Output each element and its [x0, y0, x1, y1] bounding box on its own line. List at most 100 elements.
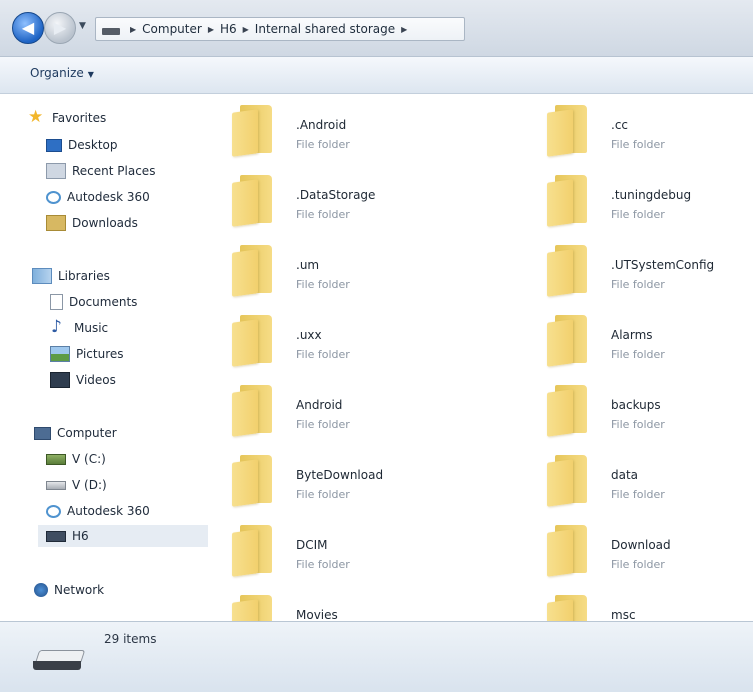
- folder-item[interactable]: mscFile folder: [525, 587, 753, 621]
- nav-label: V (C:): [72, 452, 106, 466]
- folder-name: Android: [296, 398, 343, 412]
- folder-item[interactable]: .uxx File folder: [210, 307, 490, 367]
- folder-icon: [232, 245, 276, 297]
- folder-type: File folder: [611, 208, 665, 221]
- nav-label: Autodesk 360: [67, 504, 150, 518]
- folder-icon: [232, 595, 276, 621]
- folder-name: Movies: [296, 608, 338, 621]
- chevron-right-icon[interactable]: ▶: [130, 25, 136, 34]
- folder-item[interactable]: Alarms File folder: [525, 307, 753, 367]
- details-pane: 29 items: [0, 621, 753, 692]
- folder-item[interactable]: .Android File folder: [210, 97, 490, 157]
- folder-item[interactable]: backups File folder: [525, 377, 753, 437]
- folder-icon: [547, 525, 591, 577]
- chevron-right-icon[interactable]: ▶: [208, 25, 214, 34]
- drive-icon: [102, 27, 120, 35]
- chevron-right-icon[interactable]: ▶: [401, 25, 407, 34]
- folder-item[interactable]: Android File folder: [210, 377, 490, 437]
- nav-item-music[interactable]: Music: [50, 316, 109, 339]
- folder-type: File folder: [296, 348, 350, 361]
- nav-label: Favorites: [52, 111, 107, 125]
- item-count: 29 items: [104, 632, 157, 646]
- nav-label: Music: [74, 321, 109, 335]
- folder-item[interactable]: .DataStorage File folder: [210, 167, 490, 227]
- nav-item-documents[interactable]: Documents: [50, 291, 137, 313]
- folder-icon: [232, 105, 276, 157]
- computer-icon: [34, 426, 51, 440]
- forward-arrow-icon: ▶: [53, 18, 67, 37]
- folder-name: .uxx: [296, 328, 322, 342]
- folder-icon: [547, 315, 591, 367]
- folder-type: File folder: [611, 278, 665, 291]
- nav-label: Desktop: [68, 138, 118, 152]
- nav-item-drive-c[interactable]: V (C:): [46, 448, 106, 470]
- forward-button[interactable]: ▶: [44, 12, 76, 44]
- nav-favorites[interactable]: Favorites: [28, 106, 107, 129]
- nav-label: Libraries: [58, 269, 110, 283]
- folder-icon: [232, 525, 276, 577]
- folder-name: .DataStorage: [296, 188, 376, 202]
- folder-name: ByteDownload: [296, 468, 384, 482]
- recent-locations-dropdown[interactable]: ▼: [79, 21, 86, 31]
- removable-drive-icon: [46, 480, 66, 490]
- folder-name: Alarms: [611, 328, 653, 342]
- folder-icon: [547, 245, 591, 297]
- folder-item[interactable]: .um File folder: [210, 237, 490, 297]
- folder-icon: [547, 595, 591, 621]
- music-icon: [50, 316, 68, 338]
- nav-item-autodesk-360[interactable]: Autodesk 360: [46, 186, 150, 208]
- breadcrumb[interactable]: ▶ Computer ▶ H6 ▶ Internal shared storag…: [95, 17, 465, 41]
- breadcrumb-internal-storage[interactable]: Internal shared storage: [255, 22, 395, 36]
- folder-icon: [547, 455, 591, 507]
- organize-label: Organize: [30, 66, 84, 80]
- nav-item-downloads[interactable]: Downloads: [46, 212, 138, 234]
- nav-item-desktop[interactable]: Desktop: [46, 134, 118, 156]
- folder-type: File folder: [611, 488, 665, 501]
- nav-network[interactable]: Network: [34, 579, 104, 601]
- nav-item-autodesk-360-drive[interactable]: Autodesk 360: [46, 500, 150, 522]
- nav-computer[interactable]: Computer: [34, 422, 117, 444]
- folder-name: msc: [611, 608, 636, 621]
- nav-label: Documents: [69, 295, 138, 309]
- back-button[interactable]: ◀: [12, 12, 44, 44]
- downloads-icon: [46, 215, 66, 231]
- nav-item-videos[interactable]: Videos: [50, 369, 116, 391]
- nav-item-h6[interactable]: H6: [38, 525, 208, 547]
- nav-libraries[interactable]: Libraries: [32, 265, 110, 287]
- folder-item[interactable]: .cc File folder: [525, 97, 753, 157]
- folder-item[interactable]: MoviesFile folder: [210, 587, 490, 621]
- folder-item[interactable]: .tuningdebug File folder: [525, 167, 753, 227]
- nav-item-pictures[interactable]: Pictures: [50, 343, 124, 365]
- folder-type: File folder: [611, 418, 665, 431]
- recent-places-icon: [46, 163, 66, 179]
- folder-name: Download: [611, 538, 671, 552]
- folder-name: .cc: [611, 118, 629, 132]
- folder-type: File folder: [611, 558, 665, 571]
- address-bar: ◀ ▶ ▼ ▶ Computer ▶ H6 ▶ Internal shared …: [0, 0, 753, 57]
- nav-label: Videos: [76, 373, 116, 387]
- cloud-icon: [46, 190, 61, 204]
- nav-item-drive-d[interactable]: V (D:): [46, 474, 107, 496]
- document-icon: [50, 294, 63, 310]
- chevron-down-icon: ▼: [87, 70, 94, 79]
- organize-button[interactable]: Organize ▼: [30, 66, 94, 80]
- nav-item-recent-places[interactable]: Recent Places: [46, 160, 155, 182]
- folder-name: .um: [296, 258, 320, 272]
- desktop-icon: [46, 138, 62, 152]
- folder-type: File folder: [296, 138, 350, 151]
- breadcrumb-h6[interactable]: H6: [220, 22, 237, 36]
- folder-item[interactable]: .UTSystemConfig File folder: [525, 237, 753, 297]
- folder-type: File folder: [611, 138, 665, 151]
- folder-item[interactable]: ByteDownload File folder: [210, 447, 490, 507]
- cloud-icon: [46, 504, 61, 518]
- command-bar: Organize ▼: [0, 57, 753, 94]
- chevron-right-icon[interactable]: ▶: [243, 25, 249, 34]
- folder-type: File folder: [296, 208, 350, 221]
- breadcrumb-computer[interactable]: Computer: [142, 22, 202, 36]
- folder-item[interactable]: DCIM File folder: [210, 517, 490, 577]
- folder-name: DCIM: [296, 538, 328, 552]
- nav-label: V (D:): [72, 478, 107, 492]
- folder-item[interactable]: data File folder: [525, 447, 753, 507]
- folder-icon: [232, 175, 276, 227]
- folder-item[interactable]: Download File folder: [525, 517, 753, 577]
